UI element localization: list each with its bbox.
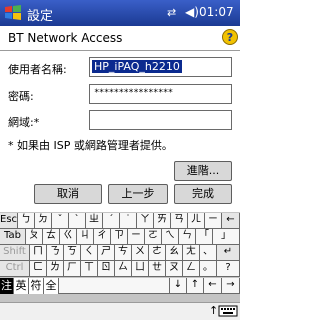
ctrl-key[interactable]: Ctrl bbox=[0, 261, 30, 277]
password-value[interactable]: **************** bbox=[94, 88, 173, 98]
key[interactable]: ㄖ bbox=[98, 261, 115, 277]
key[interactable]: ㄠ bbox=[166, 245, 183, 261]
key[interactable]: ㄆ bbox=[26, 229, 43, 245]
key[interactable]: ㄧ bbox=[128, 229, 145, 245]
username-label: 使用者名稱: bbox=[8, 63, 67, 76]
key[interactable]: ˙ bbox=[120, 213, 137, 229]
finish-button[interactable]: 完成 bbox=[174, 184, 232, 204]
key[interactable]: ㄋ bbox=[47, 245, 64, 261]
key[interactable]: ㄅ bbox=[18, 213, 35, 229]
backspace-key[interactable]: ← bbox=[222, 213, 240, 229]
advanced-button[interactable]: 進階... bbox=[174, 161, 232, 181]
username-value[interactable]: HP_iPAQ_h2210 bbox=[92, 60, 182, 73]
key[interactable]: ㄇ bbox=[30, 245, 47, 261]
key[interactable]: ㄔ bbox=[94, 229, 111, 245]
fullwidth-mode-key[interactable]: 全 bbox=[44, 278, 59, 294]
key[interactable]: ㄨ bbox=[132, 245, 149, 261]
header-divider bbox=[0, 50, 240, 51]
key[interactable]: ㄉ bbox=[35, 213, 52, 229]
key[interactable]: ㄙ bbox=[115, 261, 132, 277]
key[interactable]: ? bbox=[217, 261, 240, 277]
domain-label: 網域:* bbox=[8, 116, 40, 129]
arrow-down-key[interactable]: ↓ bbox=[170, 278, 187, 294]
key[interactable]: ㄞ bbox=[154, 213, 171, 229]
key[interactable]: ㄧ bbox=[205, 213, 222, 229]
key[interactable]: ㄝ bbox=[149, 261, 166, 277]
key[interactable]: ㄘ bbox=[115, 245, 132, 261]
menu-bar bbox=[0, 302, 240, 320]
key[interactable]: ㄐ bbox=[77, 229, 94, 245]
english-mode-key[interactable]: 英 bbox=[14, 278, 29, 294]
arrow-right-key[interactable]: → bbox=[222, 278, 240, 294]
key[interactable]: ㄩ bbox=[132, 261, 149, 277]
volume-icon[interactable]: ◀) bbox=[185, 5, 199, 19]
footnote: * 如果由 ISP 或網路管理者提供。 bbox=[8, 139, 173, 152]
key[interactable]: ˊ bbox=[103, 213, 120, 229]
esc-key[interactable]: Esc bbox=[0, 213, 18, 229]
key[interactable]: ㄡ bbox=[166, 261, 183, 277]
windows-logo-icon[interactable] bbox=[3, 3, 23, 23]
space-key[interactable] bbox=[59, 278, 170, 294]
key[interactable]: ㄈ bbox=[30, 261, 47, 277]
key[interactable]: ㄏ bbox=[64, 261, 81, 277]
key[interactable]: ㄣ bbox=[179, 229, 196, 245]
key[interactable]: ㄤ bbox=[183, 245, 200, 261]
window-title: 設定 bbox=[27, 9, 54, 24]
key[interactable]: ㄕ bbox=[98, 245, 115, 261]
key[interactable]: 」 bbox=[213, 229, 240, 245]
shift-key[interactable]: Shift bbox=[0, 245, 30, 261]
key[interactable]: ㄎ bbox=[64, 245, 81, 261]
key[interactable]: ㄢ bbox=[171, 213, 188, 229]
key[interactable]: 、 bbox=[200, 245, 217, 261]
key[interactable]: ㄗ bbox=[111, 229, 128, 245]
connectivity-icon[interactable]: ⇄ bbox=[167, 6, 176, 19]
key[interactable]: ˇ bbox=[52, 213, 69, 229]
key[interactable]: ㄦ bbox=[188, 213, 205, 229]
tab-key[interactable]: Tab bbox=[0, 229, 26, 245]
zhuyin-mode-key[interactable]: 注 bbox=[0, 278, 14, 294]
password-label: 密碼: bbox=[8, 90, 34, 103]
key[interactable]: ㄚ bbox=[137, 213, 154, 229]
key[interactable]: ˋ bbox=[69, 213, 86, 229]
symbol-mode-key[interactable]: 符 bbox=[29, 278, 44, 294]
keyboard-icon[interactable] bbox=[218, 304, 238, 318]
arrow-left-key[interactable]: ← bbox=[204, 278, 222, 294]
key[interactable]: ㄥ bbox=[183, 261, 200, 277]
clock[interactable]: 01:07 bbox=[199, 5, 234, 19]
key[interactable]: ㄛ bbox=[145, 229, 162, 245]
key[interactable]: ㄓ bbox=[86, 213, 103, 229]
arrow-up-key[interactable]: ↑ bbox=[187, 278, 204, 294]
key[interactable]: 「 bbox=[196, 229, 213, 245]
domain-field[interactable] bbox=[89, 110, 232, 130]
enter-key[interactable]: ↵ bbox=[217, 245, 240, 261]
help-icon[interactable]: ? bbox=[222, 29, 238, 45]
key[interactable]: 。 bbox=[200, 261, 217, 277]
cancel-button[interactable]: 取消 bbox=[34, 184, 102, 204]
key[interactable]: ㄒ bbox=[81, 261, 98, 277]
key[interactable]: ㄑ bbox=[81, 245, 98, 261]
key[interactable]: ㄊ bbox=[43, 229, 60, 245]
back-button[interactable]: 上一步 bbox=[108, 184, 168, 204]
key[interactable]: ㄜ bbox=[149, 245, 166, 261]
key[interactable]: ㄍ bbox=[60, 229, 77, 245]
key[interactable]: ㄌ bbox=[47, 261, 64, 277]
key[interactable]: ㄟ bbox=[162, 229, 179, 245]
page-title: BT Network Access bbox=[8, 31, 123, 45]
